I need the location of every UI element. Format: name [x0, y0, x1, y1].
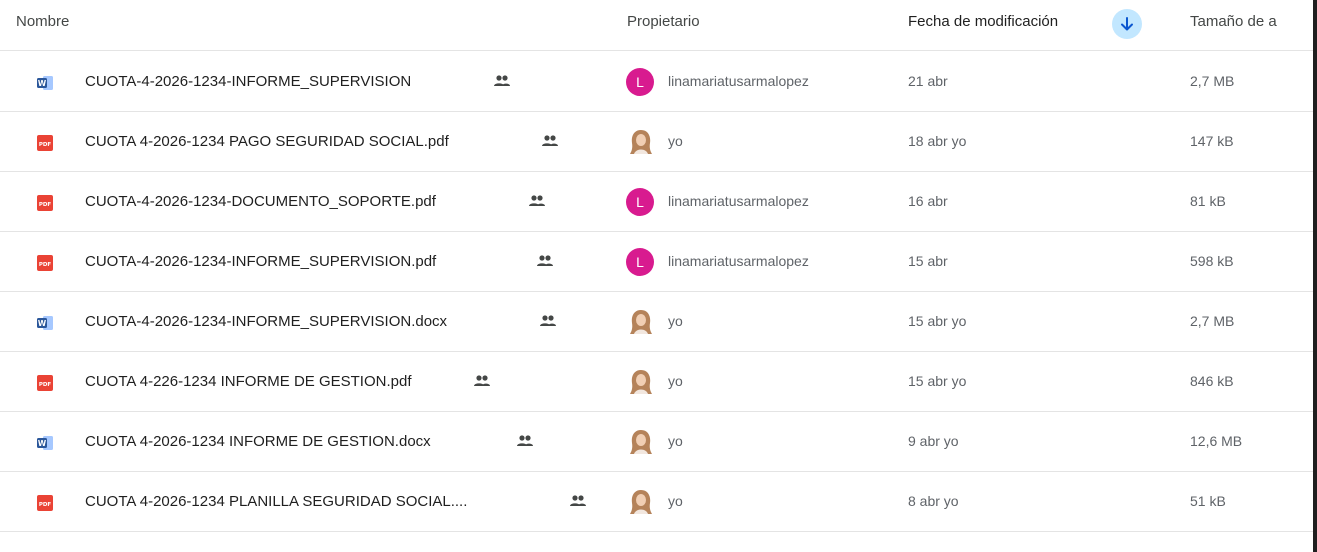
- column-header-size[interactable]: Tamaño de a: [1190, 0, 1277, 51]
- owner-name: linamariatusarmalopez: [668, 253, 809, 269]
- modified-date: 8 abr yo: [908, 493, 959, 509]
- pdf-icon: PDF: [36, 194, 54, 212]
- file-size: 12,6 MB: [1190, 433, 1243, 449]
- people-icon: [516, 434, 534, 450]
- file-row[interactable]: W CUOTA-4-2026-1234-INFORME_SUPERVISION Ll…: [0, 52, 1317, 112]
- file-size: 2,7 MB: [1190, 73, 1235, 89]
- avatar: [627, 367, 655, 395]
- avatar: L: [626, 68, 654, 96]
- svg-text:W: W: [38, 439, 47, 448]
- owner-name: yo: [668, 373, 683, 389]
- modified-date: 18 abr yo: [908, 133, 967, 149]
- column-header-owner[interactable]: Propietario: [627, 0, 700, 51]
- file-row[interactable]: W CUOTA-4-2026-1234-INFORME_SUPERVISION.d…: [0, 292, 1317, 352]
- owner-name: yo: [668, 313, 683, 329]
- owner-name: yo: [668, 133, 683, 149]
- file-list-header: Nombre Propietario Fecha de modificación…: [0, 0, 1317, 51]
- file-name[interactable]: CUOTA 4-2026-1234 PLANILLA SEGURIDAD SOC…: [85, 472, 467, 531]
- file-name[interactable]: CUOTA 4-2026-1234 INFORME DE GESTION.doc…: [85, 412, 431, 471]
- file-name[interactable]: CUOTA-4-2026-1234-INFORME_SUPERVISION.pd…: [85, 232, 436, 291]
- people-icon: [473, 374, 491, 390]
- modified-date: 15 abr: [908, 253, 948, 269]
- file-size: 51 kB: [1190, 493, 1226, 509]
- word-doc-icon: W: [36, 434, 54, 452]
- file-size: 846 kB: [1190, 373, 1234, 389]
- avatar: [627, 307, 655, 335]
- file-row[interactable]: PDF CUOTA 4-2026-1234 PAGO SEGURIDAD SOCI…: [0, 112, 1317, 172]
- svg-text:PDF: PDF: [39, 382, 52, 388]
- file-name[interactable]: CUOTA-4-2026-1234-INFORME_SUPERVISION.do…: [85, 292, 447, 351]
- file-name[interactable]: CUOTA-4-2026-1234-DOCUMENTO_SOPORTE.pdf: [85, 172, 436, 231]
- file-row[interactable]: PDF CUOTA-4-2026-1234-INFORME_SUPERVISION…: [0, 232, 1317, 292]
- people-icon: [528, 194, 546, 210]
- svg-text:PDF: PDF: [39, 262, 52, 268]
- owner-name: linamariatusarmalopez: [668, 193, 809, 209]
- owner-name: yo: [668, 493, 683, 509]
- pdf-icon: PDF: [36, 134, 54, 152]
- file-size: 598 kB: [1190, 253, 1234, 269]
- word-doc-icon: W: [36, 74, 54, 92]
- pdf-icon: PDF: [36, 374, 54, 392]
- avatar: L: [626, 248, 654, 276]
- file-size: 147 kB: [1190, 133, 1234, 149]
- owner-name: yo: [668, 433, 683, 449]
- modified-date: 15 abr yo: [908, 313, 967, 329]
- column-header-modified[interactable]: Fecha de modificación: [908, 0, 1058, 51]
- svg-text:PDF: PDF: [39, 502, 52, 508]
- people-icon: [536, 254, 554, 270]
- file-row[interactable]: PDF CUOTA 4-2026-1234 PLANILLA SEGURIDAD …: [0, 472, 1317, 532]
- modified-date: 9 abr yo: [908, 433, 959, 449]
- file-list: Nombre Propietario Fecha de modificación…: [0, 0, 1317, 552]
- avatar: [627, 427, 655, 455]
- file-name[interactable]: CUOTA-4-2026-1234-INFORME_SUPERVISION: [85, 52, 411, 111]
- modified-date: 16 abr: [908, 193, 948, 209]
- people-icon: [539, 314, 557, 330]
- avatar: [627, 127, 655, 155]
- word-doc-icon: W: [36, 314, 54, 332]
- file-name[interactable]: CUOTA 4-2026-1234 PAGO SEGURIDAD SOCIAL.…: [85, 112, 449, 171]
- owner-name: linamariatusarmalopez: [668, 73, 809, 89]
- file-row[interactable]: W CUOTA 4-2026-1234 INFORME DE GESTION.do…: [0, 412, 1317, 472]
- people-icon: [541, 134, 559, 150]
- avatar: L: [626, 188, 654, 216]
- file-size: 81 kB: [1190, 193, 1226, 209]
- avatar: [627, 487, 655, 515]
- file-size: 2,7 MB: [1190, 313, 1235, 329]
- window-edge: [1313, 0, 1317, 552]
- pdf-icon: PDF: [36, 254, 54, 272]
- svg-text:W: W: [38, 319, 47, 328]
- pdf-icon: PDF: [36, 494, 54, 512]
- people-icon: [569, 494, 587, 510]
- file-row[interactable]: PDF CUOTA-4-2026-1234-DOCUMENTO_SOPORTE.p…: [0, 172, 1317, 232]
- modified-date: 15 abr yo: [908, 373, 967, 389]
- file-name[interactable]: CUOTA 4-226-1234 INFORME DE GESTION.pdf: [85, 352, 411, 411]
- file-row[interactable]: PDF CUOTA 4-226-1234 INFORME DE GESTION.p…: [0, 352, 1317, 412]
- sort-direction-button[interactable]: [1112, 9, 1142, 39]
- people-icon: [493, 74, 511, 90]
- column-header-name[interactable]: Nombre: [16, 0, 69, 51]
- arrow-down-icon: [1121, 17, 1133, 31]
- svg-text:PDF: PDF: [39, 142, 52, 148]
- svg-text:PDF: PDF: [39, 202, 52, 208]
- modified-date: 21 abr: [908, 73, 948, 89]
- svg-text:W: W: [38, 79, 47, 88]
